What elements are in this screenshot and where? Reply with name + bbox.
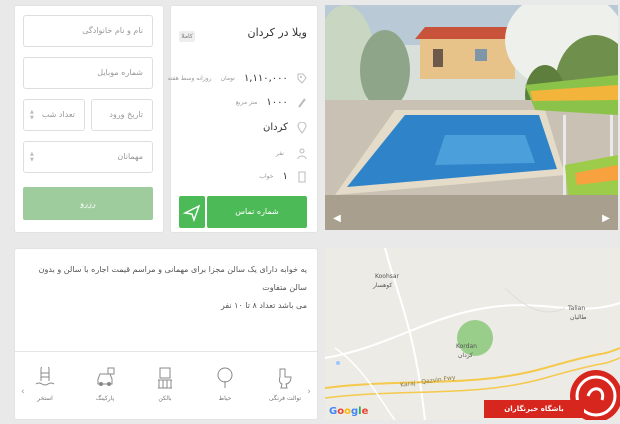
nights-placeholder: تعداد شب: [41, 110, 75, 119]
price-period: روزانه وسط هفته: [167, 75, 212, 82]
amenity-label: توالت فرنگی: [268, 395, 302, 402]
balcony-icon: [158, 367, 172, 389]
description-card: یه خوابه دارای یک سالن مجزا برای مهمانی …: [14, 248, 318, 420]
listing-tag: کاملا: [179, 31, 195, 42]
checkin-date-field[interactable]: تاریخ ورود: [91, 99, 153, 131]
bedrooms-unit: خواب: [259, 173, 274, 180]
nights-field[interactable]: تعداد شب ▲ ▼: [23, 99, 85, 131]
photo-prev-arrow[interactable]: ▶: [600, 213, 612, 225]
amenities-next-arrow[interactable]: ›: [307, 387, 311, 397]
call-number-button[interactable]: شماره تماس: [207, 196, 307, 228]
google-logo-letter: G: [329, 406, 338, 417]
villa-photo[interactable]: ◀ ▶: [325, 5, 618, 230]
google-logo-letter: o: [344, 406, 351, 417]
map-label-talian-fa: طالیان: [570, 314, 587, 321]
villa-pool-image: [325, 5, 618, 230]
listing-details-card: ویلا در کردان کاملا ۱,۱۱۰,۰۰۰ تومان روزا…: [167, 5, 318, 233]
area-unit: متر مربع: [235, 99, 258, 106]
guests-label: مهمانان: [117, 152, 143, 161]
nights-stepper[interactable]: ▲ ▼: [30, 109, 34, 121]
share-button[interactable]: [179, 196, 205, 228]
price-unit: تومان: [220, 75, 235, 82]
amenity-balcony: بالکن: [145, 367, 185, 402]
toilet-icon: [278, 368, 292, 389]
guests-field[interactable]: مهمانان ▲ ▼: [23, 141, 153, 173]
description-line-1: یه خوابه دارای یک سالن مجزا برای مهمانی …: [38, 265, 307, 292]
map-label-koohsar-fa: کوهسار: [373, 282, 393, 289]
description-line-2: می باشد تعداد ۸ تا ۱۰ نفر: [220, 301, 307, 310]
map-label-kordan-fa: کردان: [458, 352, 473, 359]
mobile-field[interactable]: شماره موبایل: [23, 57, 153, 89]
ruler-icon: [298, 97, 306, 108]
map-label-koohsar-en: Koohsar: [375, 273, 400, 280]
photo-next-arrow[interactable]: ◀: [331, 213, 343, 225]
city-row: کردان: [263, 117, 307, 134]
google-logo-letter: e: [361, 406, 369, 417]
divider: [15, 351, 317, 352]
area-row: ۱۰۰۰ متر مربع: [235, 92, 307, 108]
area-value: ۱۰۰۰: [266, 97, 288, 108]
parking-icon: [97, 367, 115, 386]
amenity-label: پارکینگ: [95, 395, 115, 402]
amenity-label: حیاط: [218, 395, 232, 402]
amenity-parking: پارکینگ: [85, 367, 125, 402]
tree-icon: [217, 367, 233, 388]
price-row: ۱,۱۱۰,۰۰۰ تومان روزانه وسط هفته: [167, 68, 307, 84]
send-icon: [182, 204, 201, 223]
price-value: ۱,۱۱۰,۰۰۰: [243, 73, 288, 84]
news-agency-badge: باشگاه خبرنگاران: [484, 400, 584, 418]
amenity-yard: حیاط: [205, 367, 245, 402]
city-value: کردان: [263, 122, 288, 133]
location-pin-icon: [297, 121, 307, 134]
map-label-talian-en: Talian: [568, 305, 586, 312]
google-logo: Google: [329, 406, 368, 417]
description-text: یه خوابه دارای یک سالن مجزا برای مهمانی …: [27, 261, 307, 315]
bedrooms-row: ۱ خواب: [259, 166, 307, 182]
map-label-kordan-en: Kordan: [456, 343, 477, 350]
guests-stepper[interactable]: ▲ ▼: [30, 151, 34, 163]
location-area: [457, 320, 493, 356]
price-tag-icon: [297, 73, 307, 84]
amenity-toilet: توالت فرنگی: [265, 367, 305, 402]
amenity-pool: استخر: [25, 367, 65, 402]
amenity-label: بالکن: [158, 395, 172, 402]
capacity-unit: نفر: [275, 150, 284, 157]
booking-form: نام و نام خانوادگی شماره موبایل تاریخ ور…: [14, 5, 164, 233]
name-field[interactable]: نام و نام خانوادگی: [23, 15, 153, 47]
listing-title: ویلا در کردان: [247, 26, 307, 39]
reserve-button[interactable]: رزرو: [23, 187, 153, 220]
capacity-row: نفر: [275, 143, 307, 159]
bedrooms-value: ۱: [282, 171, 288, 182]
door-icon: [298, 171, 306, 182]
person-icon: [297, 148, 307, 159]
amenity-label: استخر: [37, 395, 53, 402]
pool-icon: [35, 367, 55, 386]
